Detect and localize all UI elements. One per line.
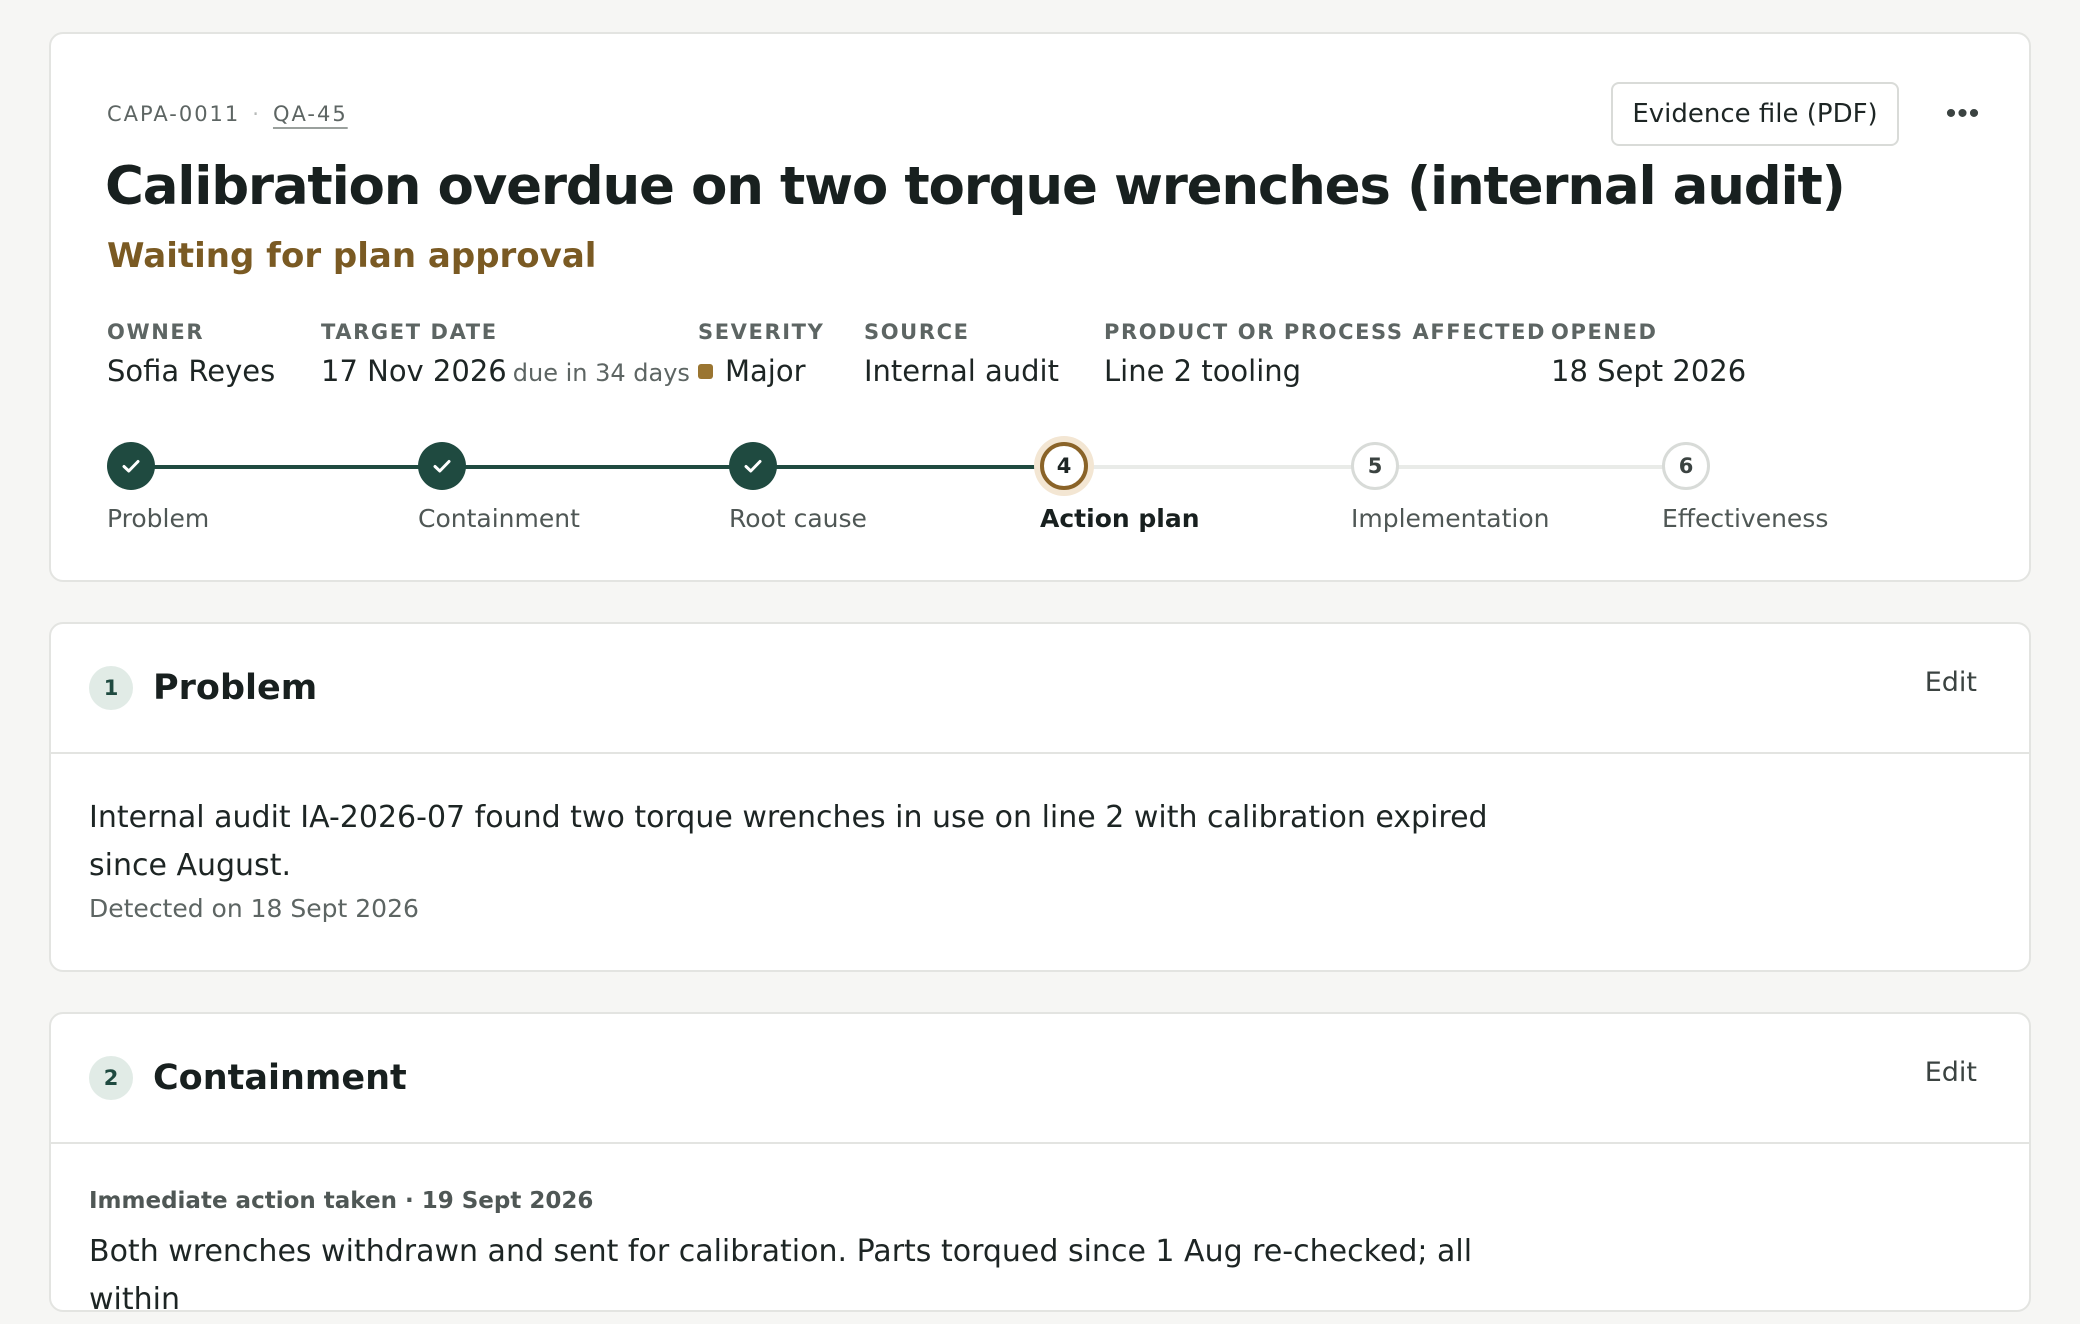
step-number: 4 xyxy=(1040,442,1088,490)
breadcrumb: CAPA-0011 · QA-45 xyxy=(107,102,348,126)
problem-description: Internal audit IA-2026-07 found two torq… xyxy=(89,800,1488,883)
meta-severity: SEVERITY Major xyxy=(698,320,824,388)
meta-opened-value: 18 Sept 2026 xyxy=(1551,354,1747,388)
edit-problem-button[interactable]: Edit xyxy=(1925,667,1977,698)
containment-section-header: 2 Containment Edit xyxy=(51,1014,2029,1144)
page-title: Calibration overdue on two torque wrench… xyxy=(105,156,1846,217)
containment-section-number: 2 xyxy=(89,1056,133,1100)
stepper-connector xyxy=(131,465,442,469)
meta-target-date-label: TARGET DATE xyxy=(321,320,498,344)
stepper-connector xyxy=(1375,465,1686,469)
severity-badge-icon xyxy=(698,364,713,379)
check-icon xyxy=(107,442,155,490)
meta-target-date-value: 17 Nov 2026 due in 34 days xyxy=(321,354,690,388)
step-effectiveness[interactable]: 6 Effectiveness xyxy=(1662,442,1828,533)
problem-detected-date: Detected on 18 Sept 2026 xyxy=(89,894,419,923)
meta-product-label: PRODUCT OR PROCESS AFFECTED xyxy=(1104,320,1547,344)
progress-stepper: Problem Containment Root cause 4 Action plan… xyxy=(107,442,1907,562)
problem-section: 1 Problem Edit Internal audit IA-2026-07… xyxy=(49,622,2031,972)
capa-header-card: CAPA-0011 · QA-45 Evidence file (PDF) ••… xyxy=(49,32,2031,582)
containment-section-body: Immediate action taken · 19 Sept 2026 Bo… xyxy=(51,1144,2029,1324)
meta-product: PRODUCT OR PROCESS AFFECTED Line 2 tooli… xyxy=(1104,320,1546,388)
edit-containment-button[interactable]: Edit xyxy=(1925,1057,1977,1088)
meta-owner-value: Sofia Reyes xyxy=(107,354,276,388)
meta-source-label: SOURCE xyxy=(864,320,970,344)
stepper-connector xyxy=(442,465,753,469)
more-options-icon[interactable]: ••• xyxy=(1933,90,1993,138)
severity-text: Major xyxy=(725,354,806,388)
step-problem[interactable]: Problem xyxy=(107,442,209,533)
step-label: Implementation xyxy=(1351,504,1550,533)
step-containment[interactable]: Containment xyxy=(418,442,580,533)
step-label: Root cause xyxy=(729,504,867,533)
step-action-plan[interactable]: 4 Action plan xyxy=(1040,442,1200,533)
step-implementation[interactable]: 5 Implementation xyxy=(1351,442,1550,533)
step-label: Problem xyxy=(107,504,210,533)
step-label: Containment xyxy=(418,504,580,533)
stepper-connector xyxy=(753,465,1064,469)
meta-target-date: TARGET DATE 17 Nov 2026 due in 34 days xyxy=(321,320,690,388)
check-icon xyxy=(418,442,466,490)
step-label: Action plan xyxy=(1040,504,1200,533)
meta-source-value: Internal audit xyxy=(864,354,1059,388)
target-date: 17 Nov 2026 xyxy=(321,354,507,388)
meta-product-value: Line 2 tooling xyxy=(1104,354,1302,388)
step-number: 5 xyxy=(1351,442,1399,490)
meta-severity-label: SEVERITY xyxy=(698,320,825,344)
due-countdown: due in 34 days xyxy=(512,359,690,387)
containment-description: Both wrenches withdrawn and sent for cal… xyxy=(89,1234,1473,1317)
problem-section-body: Internal audit IA-2026-07 found two torq… xyxy=(51,754,2029,923)
containment-section-title: Containment xyxy=(153,1058,407,1098)
step-label: Effectiveness xyxy=(1662,504,1829,533)
problem-section-number: 1 xyxy=(89,666,133,710)
step-number: 6 xyxy=(1662,442,1710,490)
meta-opened-label: OPENED xyxy=(1551,320,1658,344)
meta-source: SOURCE Internal audit xyxy=(864,320,1059,388)
problem-section-title: Problem xyxy=(153,668,318,708)
meta-severity-value: Major xyxy=(698,354,824,388)
containment-section: 2 Containment Edit Immediate action take… xyxy=(49,1012,2031,1317)
status-text: Waiting for plan approval xyxy=(107,236,597,276)
check-icon xyxy=(744,460,762,473)
capa-id: CAPA-0011 xyxy=(107,102,241,126)
breadcrumb-separator: · xyxy=(252,102,261,126)
check-icon xyxy=(433,460,451,473)
evidence-file-button[interactable]: Evidence file (PDF) xyxy=(1611,82,1899,146)
stepper-connector xyxy=(1064,465,1375,469)
check-icon xyxy=(729,442,777,490)
meta-owner-label: OWNER xyxy=(107,320,205,344)
containment-action-kicker: Immediate action taken · 19 Sept 2026 xyxy=(89,1188,594,1214)
step-root-cause[interactable]: Root cause xyxy=(729,442,867,533)
problem-section-header: 1 Problem Edit xyxy=(51,624,2029,754)
reference-link[interactable]: QA-45 xyxy=(273,102,348,126)
check-icon xyxy=(122,460,140,473)
meta-owner: OWNER Sofia Reyes xyxy=(107,320,275,388)
meta-opened: OPENED 18 Sept 2026 xyxy=(1551,320,1746,388)
